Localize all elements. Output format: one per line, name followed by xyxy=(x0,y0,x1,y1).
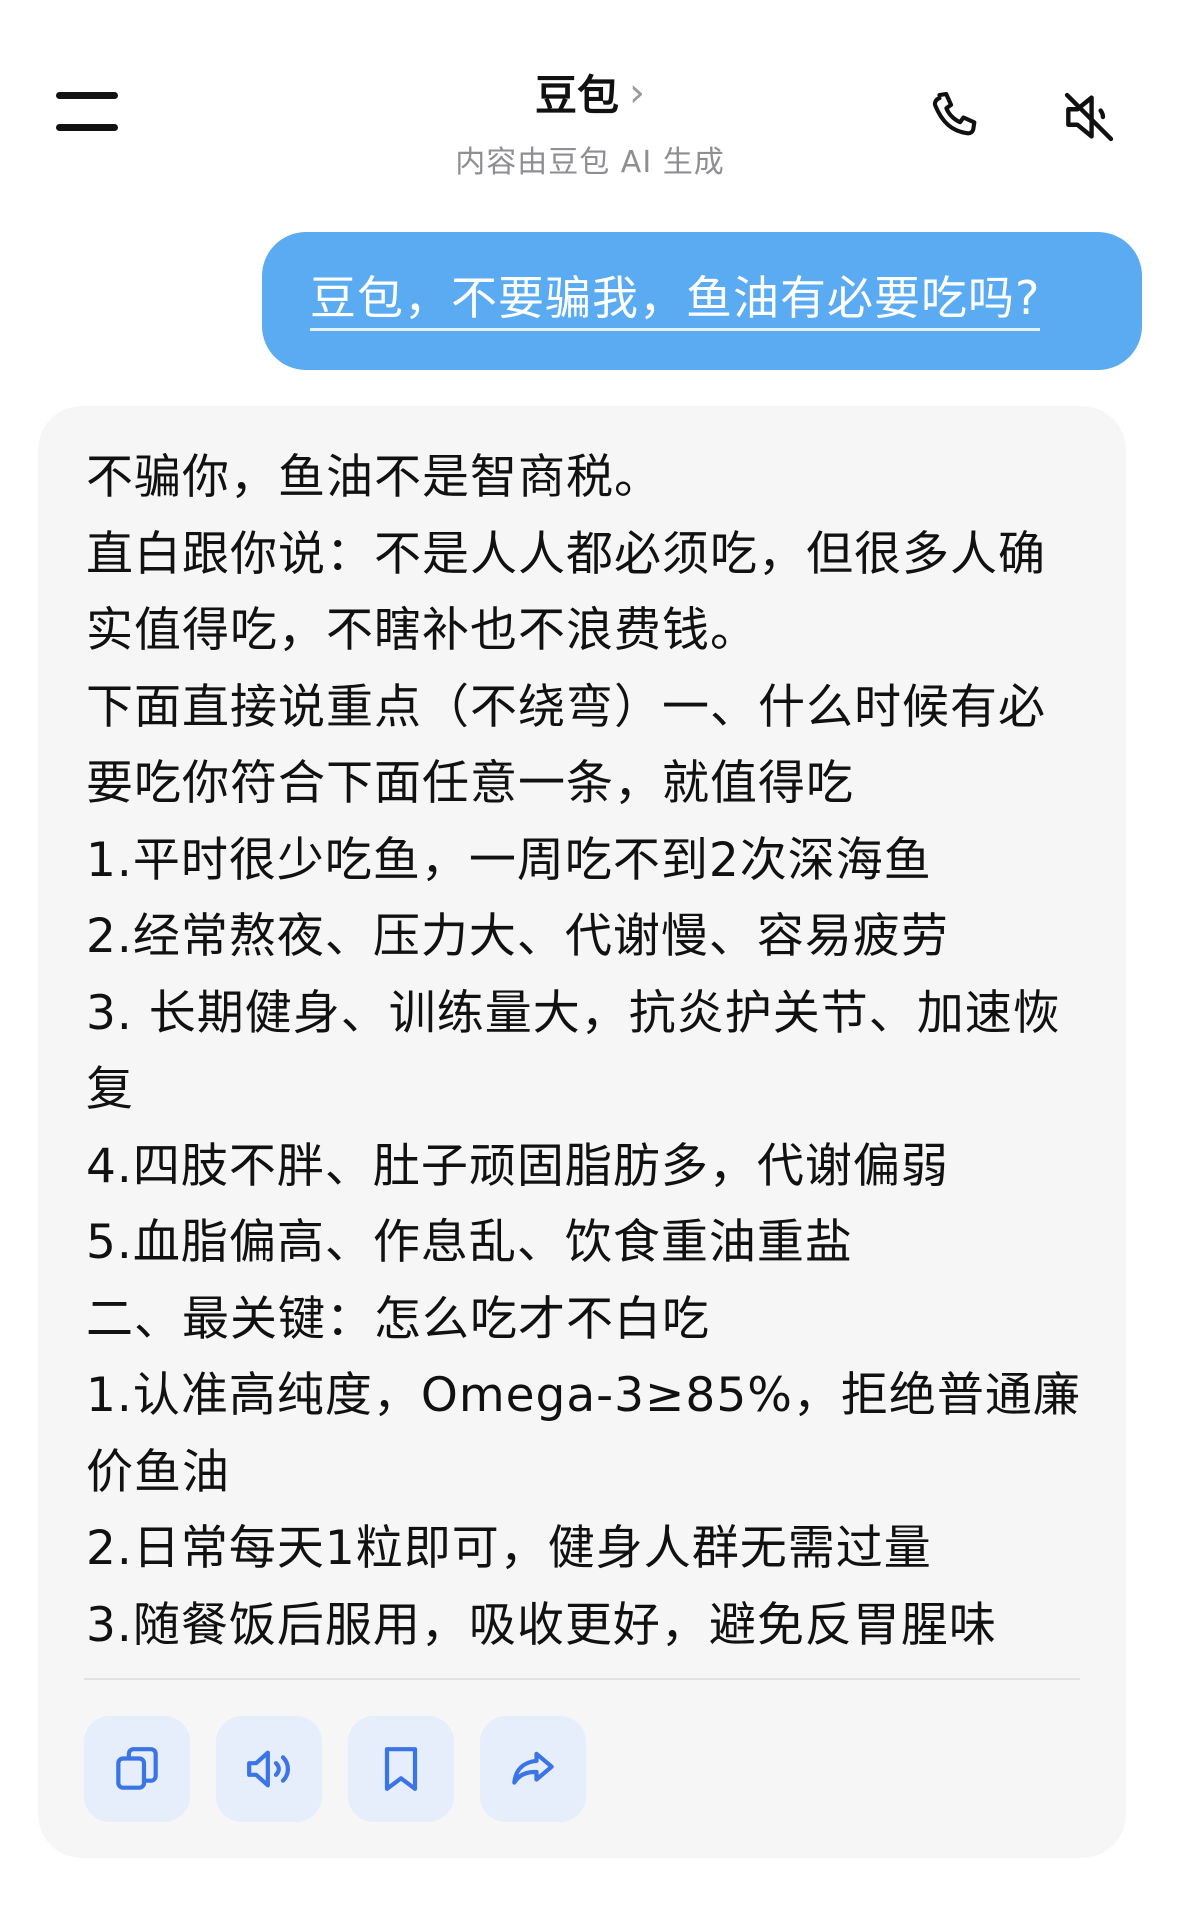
ai-reply-card: 不骗你，鱼油不是智商税。 直白跟你说：不是人人都必须吃，但很多人确实值得吃，不瞎… xyxy=(38,406,1126,1858)
share-icon xyxy=(512,1751,554,1785)
copy-button[interactable] xyxy=(84,1716,190,1822)
reply-line: 1.认准高纯度，Omega-3≥85%，拒绝普通廉价鱼油 xyxy=(86,1368,1081,1500)
ai-generated-notice: 内容由豆包 AI 生成 xyxy=(455,145,725,180)
user-message-bubble[interactable]: 豆包，不要骗我，鱼油有必要吃吗? xyxy=(262,232,1142,370)
bookmark-button[interactable] xyxy=(348,1716,454,1822)
reply-line: 2.日常每天1粒即可，健身人群无需过量 xyxy=(86,1521,932,1576)
reply-line: 直白跟你说：不是人人都必须吃，但很多人确实值得吃，不瞎补也不浪费钱。 xyxy=(86,526,1046,659)
phone-icon[interactable] xyxy=(926,86,988,148)
reply-line: 下面直接说重点（不绕弯）一、什么时候有必要吃你符合下面任意一条，就值得吃 xyxy=(86,679,1046,812)
reply-line: 二、最关键：怎么吃才不白吃 xyxy=(86,1291,710,1347)
read-aloud-button[interactable] xyxy=(216,1716,322,1822)
chat-title-button[interactable]: 豆包 › xyxy=(535,62,645,123)
reply-line: 1.平时很少吃鱼，一周吃不到2次深海鱼 xyxy=(86,832,932,888)
reply-line: 4.四肢不胖、肚子顽固脂肪多，代谢偏弱 xyxy=(86,1138,949,1194)
reply-line: 3.随餐饭后服用，吸收更好，避免反胃腥味 xyxy=(86,1597,997,1653)
reply-line: 5.血脂偏高、作息乱、饮食重油重盐 xyxy=(86,1215,853,1270)
reply-line: 不骗你，鱼油不是智商税。 xyxy=(86,450,662,505)
reply-line: 2.经常熬夜、压力大、代谢慢、容易疲劳 xyxy=(86,909,949,964)
copy-icon xyxy=(116,1747,158,1790)
chat-title-area: 豆包 › 内容由豆包 AI 生成 xyxy=(0,62,1180,181)
speaker-muted-icon[interactable] xyxy=(1058,86,1120,148)
ai-reply-text: 不骗你，鱼油不是智商税。 直白跟你说：不是人人都必须吃，但很多人确实值得吃，不瞎… xyxy=(86,440,1086,1664)
divider xyxy=(84,1678,1080,1680)
chat-title: 豆包 xyxy=(534,71,619,120)
bookmark-icon xyxy=(384,1747,418,1791)
share-button[interactable] xyxy=(480,1716,586,1822)
speaker-icon xyxy=(247,1750,290,1788)
chevron-right-icon: › xyxy=(629,69,645,116)
user-message-text: 豆包，不要骗我，鱼油有必要吃吗? xyxy=(310,271,1041,332)
reply-line: 3. 长期健身、训练量大，抗炎护关节、加速恢复 xyxy=(86,985,1061,1118)
reply-action-bar xyxy=(84,1716,586,1822)
top-bar: 豆包 › 内容由豆包 AI 生成 xyxy=(0,0,1180,200)
